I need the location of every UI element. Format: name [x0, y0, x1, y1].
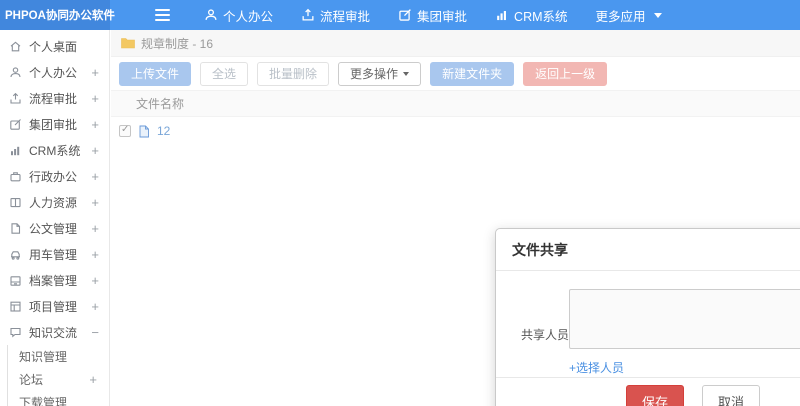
app-window: PHPOA协同办公软件 个人办公 流程审批 集团审批 CRM系统 更多应用 个人…: [0, 0, 800, 406]
edit-icon: [10, 118, 21, 130]
sidebar-item-knowledge-exchange[interactable]: 知识交流 −: [0, 319, 109, 345]
modal-title: 文件共享: [496, 229, 800, 271]
sidebar-item-group-approval[interactable]: 集团审批 +: [0, 111, 109, 137]
collapse-icon[interactable]: −: [91, 326, 99, 339]
file-name-column-header: 文件名称: [136, 97, 185, 111]
sidebar-item-workflow-approval[interactable]: 流程审批 +: [0, 85, 109, 111]
briefcase-icon: [10, 171, 21, 181]
expand-icon[interactable]: +: [91, 300, 99, 313]
sidebar-subitem-download-mgmt[interactable]: 下载管理: [8, 391, 109, 406]
app-logo: PHPOA协同办公软件: [0, 0, 115, 30]
new-folder-button[interactable]: 新建文件夹: [430, 61, 515, 86]
modal-footer: 保存 取消: [496, 377, 800, 406]
file-icon: [139, 125, 149, 137]
sidebar-item-document-mgmt[interactable]: 公文管理 +: [0, 215, 109, 241]
book-icon: [10, 197, 21, 207]
archive-icon: [10, 275, 21, 286]
expand-icon[interactable]: +: [91, 66, 99, 79]
nav-item-crm[interactable]: CRM系统: [481, 0, 581, 30]
save-button[interactable]: 保存: [626, 385, 685, 406]
document-icon: [11, 222, 21, 234]
nav-item-more-apps[interactable]: 更多应用: [582, 0, 676, 30]
chat-icon: [10, 327, 21, 337]
caret-down-icon: [653, 12, 662, 18]
select-all-button[interactable]: 全选: [200, 61, 249, 86]
breadcrumb: 规章制度 - 16: [111, 30, 800, 57]
sidebar-subitem-knowledge-mgmt[interactable]: 知识管理: [8, 345, 109, 368]
home-icon: [10, 41, 21, 51]
expand-icon[interactable]: +: [91, 222, 99, 235]
toolbar: 上传文件 全选 批量删除 更多操作 新建文件夹 返回上一级: [111, 57, 800, 90]
file-table-header: 文件名称: [111, 90, 800, 117]
share-people-label: 共享人员: [521, 328, 570, 342]
chart-icon: [11, 146, 20, 155]
user-icon: [10, 66, 21, 77]
sidebar-item-hr[interactable]: 人力资源 +: [0, 189, 109, 215]
sidebar-item-project-mgmt[interactable]: 项目管理 +: [0, 293, 109, 319]
share-people-input[interactable]: [569, 289, 800, 349]
more-actions-dropdown[interactable]: 更多操作: [338, 61, 422, 86]
select-people-link[interactable]: +选择人员: [569, 359, 624, 376]
caret-down-icon: [403, 71, 410, 76]
go-back-button[interactable]: 返回上一级: [523, 61, 608, 86]
expand-icon[interactable]: +: [91, 196, 99, 209]
upload-icon: [301, 8, 315, 22]
expand-icon[interactable]: +: [91, 118, 99, 131]
sidebar-subitem-forum[interactable]: 论坛 +: [8, 368, 109, 391]
modal-body: 共享人员 +选择人员: [496, 271, 800, 377]
sidebar-item-crm[interactable]: CRM系统 +: [0, 137, 109, 163]
cancel-button[interactable]: 取消: [702, 385, 761, 406]
nav-item-group-approval[interactable]: 集团审批: [384, 0, 481, 30]
file-share-modal: 文件共享 共享人员 +选择人员 保存 取消: [495, 228, 800, 406]
expand-icon[interactable]: +: [91, 274, 99, 287]
chart-icon: [495, 8, 509, 22]
top-nav: 个人办公 流程审批 集团审批 CRM系统 更多应用: [190, 0, 676, 30]
breadcrumb-label: 规章制度 - 16: [141, 36, 214, 51]
project-icon: [10, 301, 21, 312]
sidebar-item-archive-mgmt[interactable]: 档案管理 +: [0, 267, 109, 293]
expand-icon[interactable]: +: [91, 170, 99, 183]
row-checkbox[interactable]: [119, 124, 131, 137]
sidebar-item-vehicle-mgmt[interactable]: 用车管理 +: [0, 241, 109, 267]
sidebar-item-personal-office[interactable]: 个人办公 +: [0, 59, 109, 85]
edit-icon: [398, 8, 412, 22]
sidebar-item-personal-desktop[interactable]: 个人桌面: [0, 33, 109, 59]
expand-icon[interactable]: +: [91, 144, 99, 157]
nav-item-workflow-approval[interactable]: 流程审批: [287, 0, 384, 30]
top-header: PHPOA协同办公软件 个人办公 流程审批 集团审批 CRM系统 更多应用: [0, 0, 800, 30]
upload-icon: [10, 92, 21, 104]
expand-icon[interactable]: +: [91, 248, 99, 261]
user-icon: [204, 8, 218, 22]
folder-icon: [121, 38, 135, 49]
file-name-link[interactable]: 12: [157, 124, 170, 138]
batch-delete-button[interactable]: 批量删除: [257, 61, 330, 86]
sidebar-item-admin-office[interactable]: 行政办公 +: [0, 163, 109, 189]
car-icon: [11, 250, 20, 260]
expand-icon[interactable]: +: [89, 373, 97, 386]
nav-item-personal-office[interactable]: 个人办公: [190, 0, 287, 30]
menu-toggle-icon[interactable]: [155, 9, 170, 21]
upload-file-button[interactable]: 上传文件: [119, 61, 192, 86]
expand-icon[interactable]: +: [91, 92, 99, 105]
file-table-row: 12: [111, 117, 800, 145]
knowledge-submenu: 知识管理 论坛 + 下载管理: [7, 345, 109, 406]
sidebar: 个人桌面 个人办公 + 流程审批 + 集团审批 + CRM系统 + 行政办公 +: [0, 30, 110, 406]
